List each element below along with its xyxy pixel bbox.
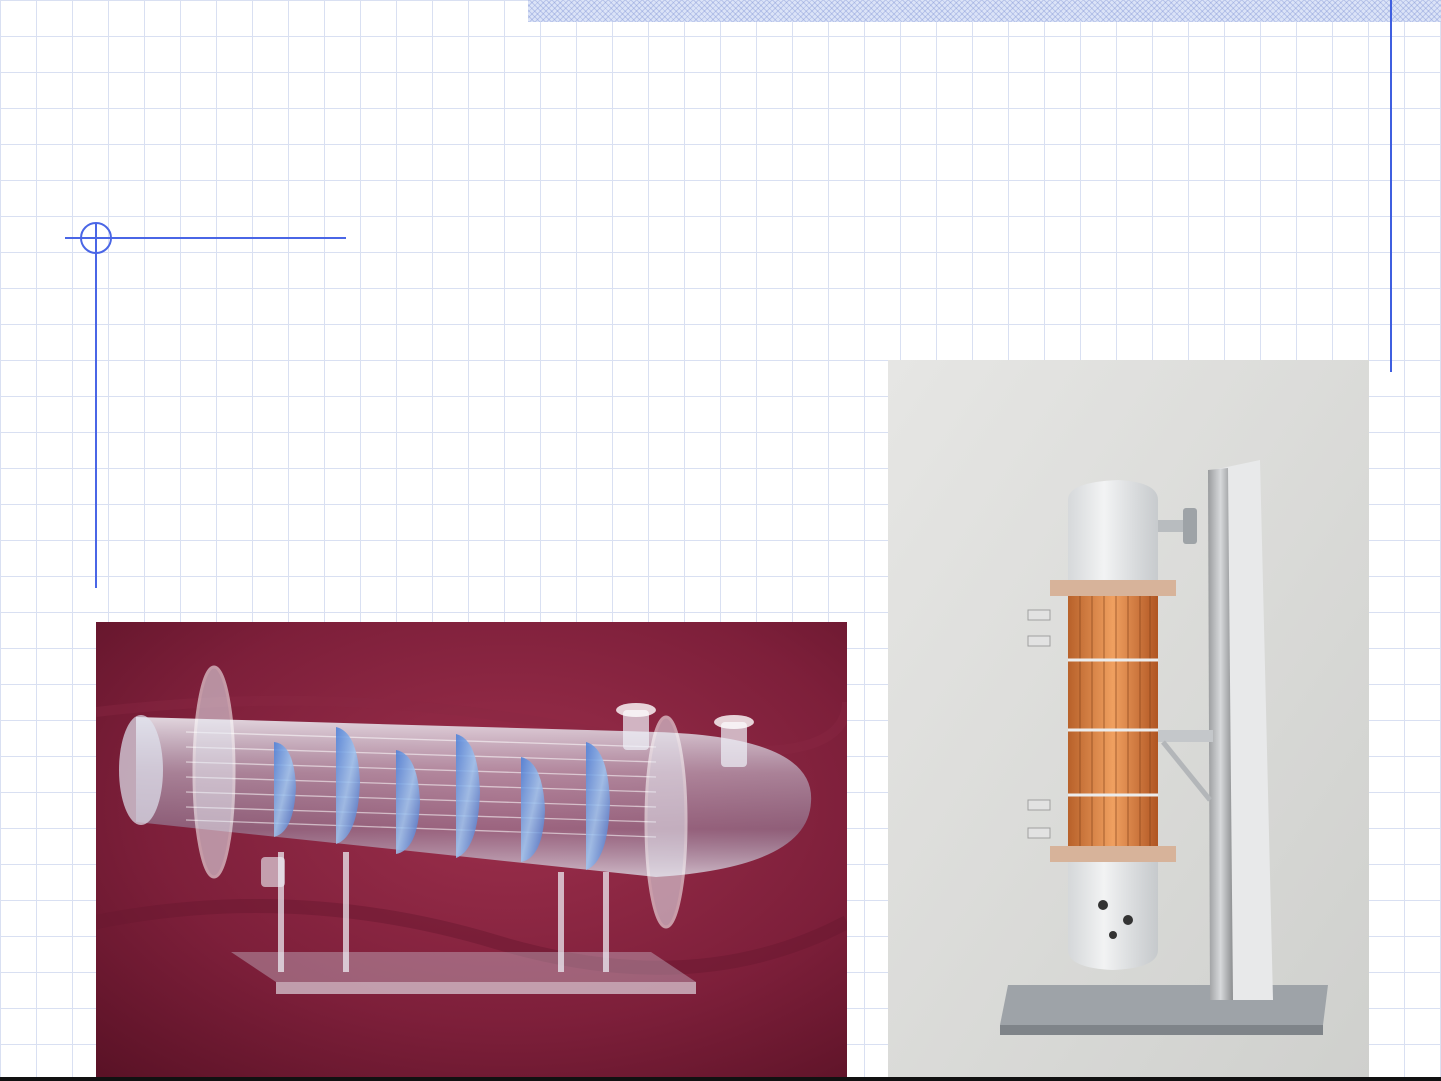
- header-pattern-band: [528, 0, 1441, 22]
- horizontal-heat-exchanger-photo: [96, 622, 847, 1081]
- vertical-heat-exchanger-photo: [888, 360, 1369, 1081]
- slide-title: [130, 90, 1330, 200]
- slide-body-text: [130, 260, 830, 580]
- bottom-edge-bar: [0, 1077, 1441, 1081]
- right-vertical-rule: [1390, 0, 1392, 372]
